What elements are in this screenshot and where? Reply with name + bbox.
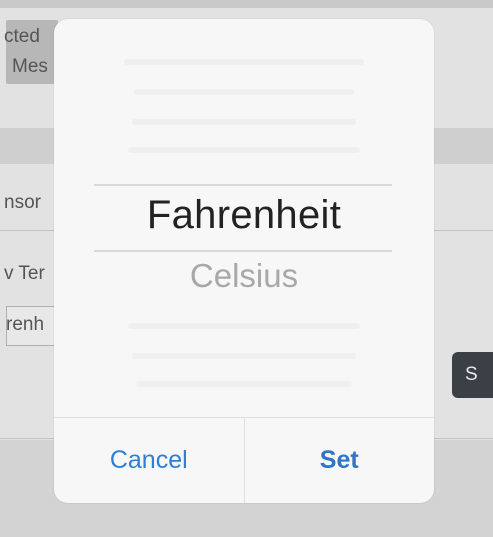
status-text-line1: cted [4,26,40,47]
cancel-button[interactable]: Cancel [54,418,245,503]
status-text-line2: Mes [12,56,48,77]
picker-faded-row [128,147,360,153]
picker-option[interactable]: Celsius [54,257,434,295]
save-button[interactable]: S [452,352,493,398]
selection-top-line [94,184,392,186]
save-button-label: S [465,364,478,385]
section-label: nsor [4,192,41,213]
selection-bottom-line [94,250,392,252]
dialog-actions: Cancel Set [54,417,434,503]
picker-wheel[interactable]: Fahrenheit Celsius [54,19,434,417]
picker-faded-row [132,353,356,359]
top-bar [0,0,493,8]
screen: cted Mes nsor v Ter renh S Fahrenheit Ce… [0,0,493,537]
unit-picker-dialog: Fahrenheit Celsius Cancel Set [54,19,434,503]
unit-select-value: renh [6,314,45,335]
field-label: v Ter [4,263,45,284]
picker-faded-row [124,59,364,65]
picker-option-selected[interactable]: Fahrenheit [54,193,434,238]
set-button[interactable]: Set [245,418,435,503]
picker-faded-row [136,381,352,387]
picker-faded-row [132,119,356,125]
picker-faded-row [128,323,360,329]
picker-faded-row [134,89,354,95]
